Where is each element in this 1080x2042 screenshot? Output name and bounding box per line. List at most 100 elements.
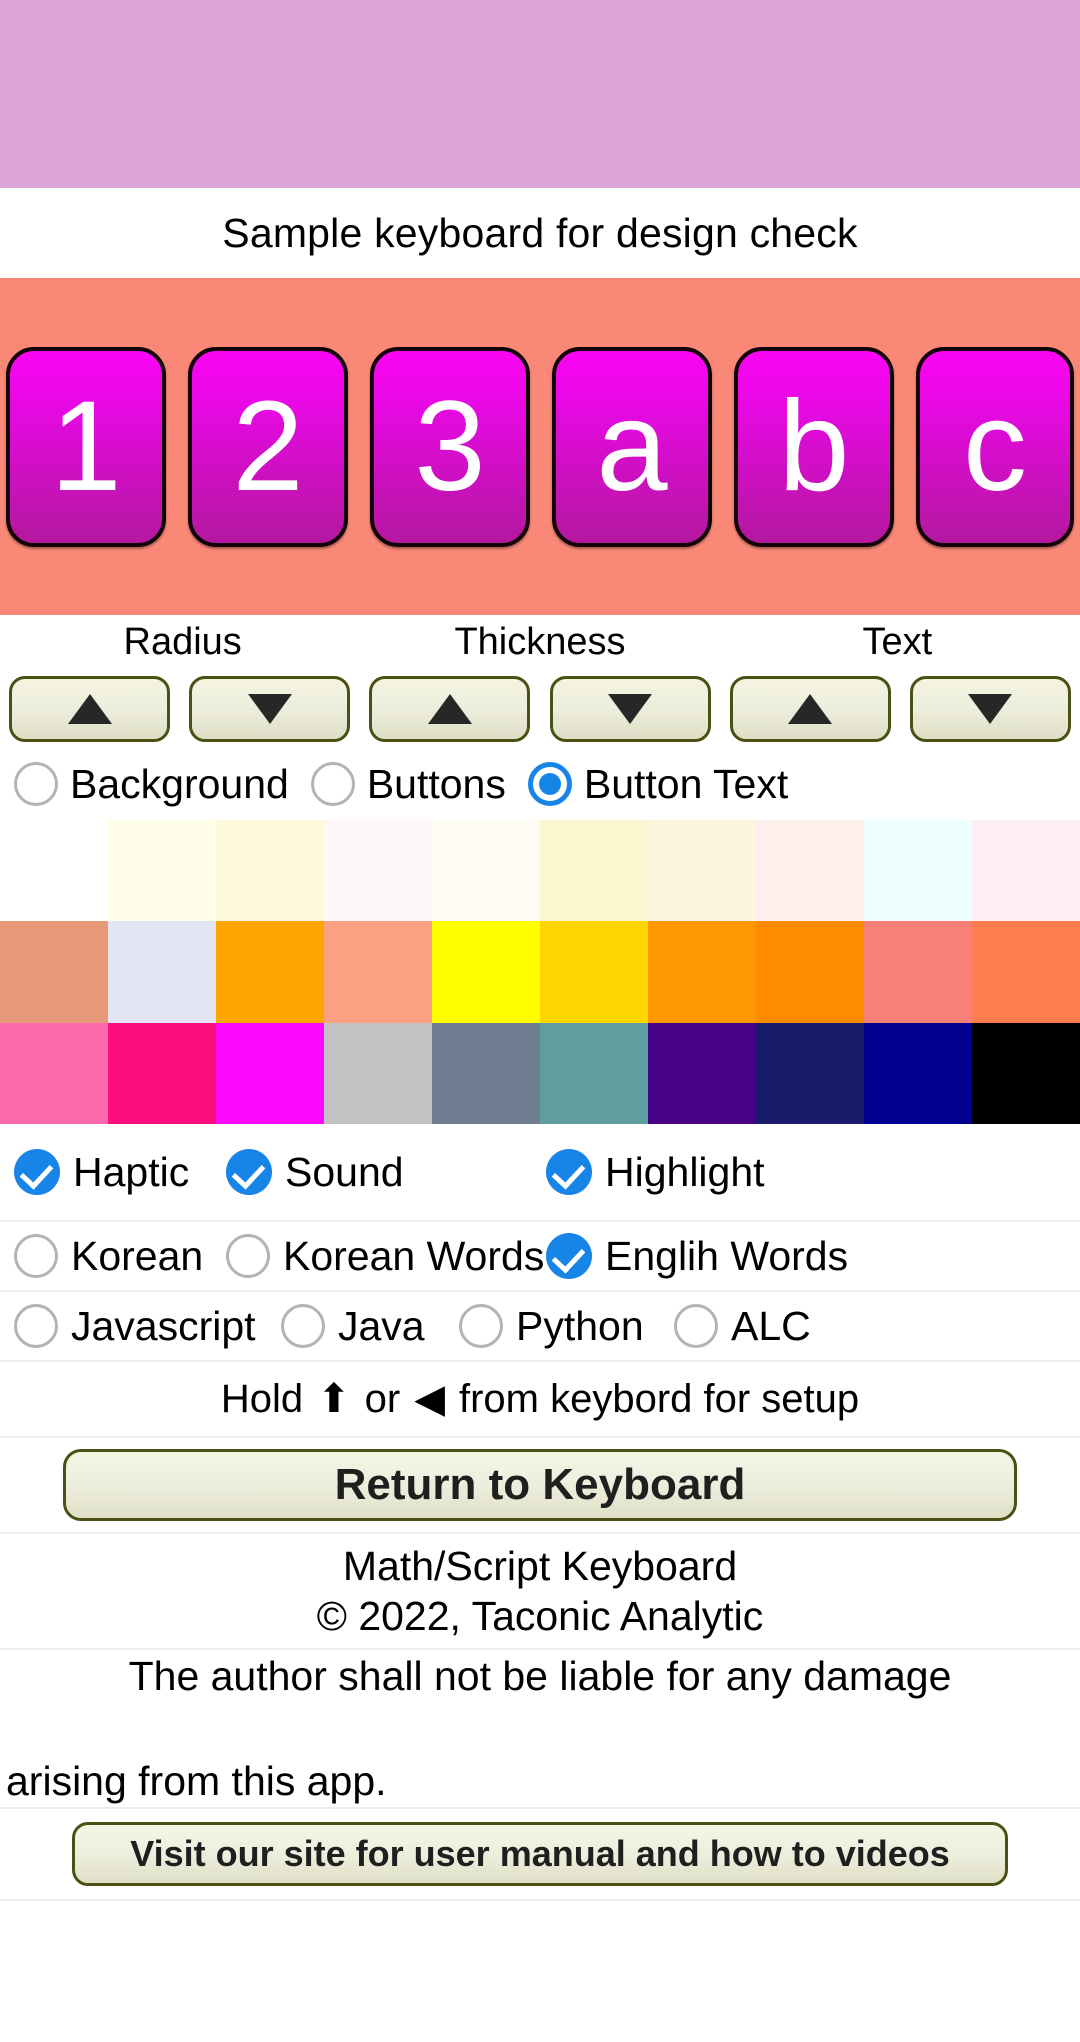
checkbox-checked-icon[interactable] [14, 1149, 60, 1195]
checkbox-icon[interactable] [226, 1234, 270, 1278]
disclaimer-line-1: The author shall not be liable for any d… [128, 1653, 952, 1699]
radio-item-button-text[interactable]: Button Text [527, 760, 789, 808]
checkbox-checked-icon[interactable] [546, 1233, 592, 1279]
radio-label: Button Text [583, 760, 789, 807]
radius-decrease-button[interactable] [189, 676, 351, 742]
app-screen: Sample keyboard for design check 1 2 3 a… [0, 0, 1080, 2042]
preview-key-2[interactable]: 2 [188, 346, 348, 547]
radius-increase-button[interactable] [9, 676, 170, 742]
color-swatch[interactable] [648, 1022, 756, 1124]
bottom-divider [0, 1899, 1080, 2042]
color-swatch[interactable] [432, 820, 540, 922]
color-swatch[interactable] [216, 921, 324, 1023]
option-highlight[interactable]: Highlight [546, 1149, 765, 1196]
label-text: Text [862, 621, 933, 663]
option-python[interactable]: Python [459, 1303, 674, 1350]
option-label: Java [338, 1302, 425, 1349]
return-to-keyboard-button[interactable]: Return to Keyboard [63, 1449, 1017, 1521]
visit-site-button[interactable]: Visit our site for user manual and how t… [72, 1822, 1008, 1887]
color-swatch[interactable] [756, 921, 864, 1023]
triangle-down-icon [247, 694, 292, 724]
color-swatch[interactable] [108, 820, 216, 922]
adjust-buttons [0, 670, 1080, 748]
color-swatch[interactable] [324, 820, 432, 922]
text-increase-button[interactable] [729, 676, 891, 742]
color-swatch[interactable] [0, 820, 108, 922]
color-swatch[interactable] [0, 921, 108, 1023]
color-swatch[interactable] [108, 1022, 216, 1124]
language-options-row: Korean Korean Words Englih Words [0, 1220, 1080, 1290]
radio-selected-icon[interactable] [527, 762, 572, 806]
disclaimer: The author shall not be liable for any d… [0, 1648, 1080, 1808]
preview-title: Sample keyboard for design check [0, 188, 1080, 278]
checkbox-icon[interactable] [14, 1234, 58, 1278]
checkbox-icon[interactable] [459, 1304, 503, 1348]
color-swatch[interactable] [756, 820, 864, 922]
hold-hint-suffix: from keybord for setup [458, 1376, 860, 1421]
option-label: Haptic [73, 1148, 190, 1195]
color-swatch[interactable] [540, 921, 648, 1023]
palette-row-1 [0, 820, 1080, 922]
color-swatch[interactable] [648, 820, 756, 922]
option-label: ALC [731, 1302, 811, 1349]
radio-icon[interactable] [14, 762, 58, 806]
checkbox-checked-icon[interactable] [226, 1149, 272, 1195]
option-label: Korean Words [283, 1232, 545, 1279]
color-swatch[interactable] [864, 1022, 972, 1124]
radio-item-buttons[interactable]: Buttons [310, 761, 506, 808]
arrow-left-icon: ◀ [414, 1377, 445, 1421]
color-swatch[interactable] [972, 921, 1080, 1023]
option-haptic[interactable]: Haptic [14, 1149, 226, 1196]
color-swatch[interactable] [972, 1022, 1080, 1124]
radio-label: Background [70, 760, 289, 807]
color-swatch[interactable] [216, 1022, 324, 1124]
code-language-options-row: Javascript Java Python ALC [0, 1290, 1080, 1360]
option-label: Highlight [605, 1148, 765, 1195]
option-english-words[interactable]: Englih Words [546, 1233, 848, 1280]
triangle-up-icon [788, 694, 833, 724]
preview-key-1[interactable]: 1 [6, 346, 166, 547]
color-swatch[interactable] [648, 921, 756, 1023]
option-javascript[interactable]: Javascript [14, 1303, 281, 1350]
preview-key-b[interactable]: b [734, 346, 894, 547]
copyright: © 2022, Taconic Analytic [316, 1593, 764, 1639]
option-sound[interactable]: Sound [226, 1149, 546, 1196]
triangle-up-icon [67, 694, 112, 724]
option-korean-words[interactable]: Korean Words [226, 1233, 546, 1280]
option-alc[interactable]: ALC [674, 1303, 811, 1350]
color-swatch[interactable] [972, 820, 1080, 922]
color-swatch[interactable] [432, 921, 540, 1023]
preview-key-3[interactable]: 3 [370, 346, 530, 547]
option-korean[interactable]: Korean [14, 1233, 226, 1280]
option-label: Python [516, 1302, 644, 1349]
thickness-decrease-button[interactable] [549, 676, 711, 742]
checkbox-icon[interactable] [281, 1304, 325, 1348]
text-decrease-button[interactable] [909, 676, 1071, 742]
color-swatch[interactable] [324, 1022, 432, 1124]
color-swatch[interactable] [756, 1022, 864, 1124]
color-swatch[interactable] [108, 921, 216, 1023]
color-swatch[interactable] [216, 820, 324, 922]
color-swatch[interactable] [432, 1022, 540, 1124]
adjust-labels: Radius Thickness Text [0, 615, 1080, 670]
preview-key-a[interactable]: a [552, 346, 712, 547]
option-java[interactable]: Java [281, 1303, 459, 1350]
checkbox-icon[interactable] [674, 1304, 718, 1348]
color-swatch[interactable] [864, 921, 972, 1023]
checkbox-checked-icon[interactable] [546, 1149, 592, 1195]
feedback-options-row: Haptic Sound Highlight [0, 1124, 1080, 1220]
checkbox-icon[interactable] [14, 1304, 58, 1348]
color-swatch[interactable] [324, 921, 432, 1023]
color-swatch[interactable] [864, 820, 972, 922]
radio-item-background[interactable]: Background [14, 761, 289, 808]
preview-key-c[interactable]: c [916, 346, 1074, 547]
color-swatch[interactable] [540, 820, 648, 922]
color-swatch[interactable] [0, 1022, 108, 1124]
visit-button-area: Visit our site for user manual and how t… [0, 1807, 1080, 1900]
keyboard-preview: 1 2 3 a b c [0, 278, 1080, 615]
radio-icon[interactable] [310, 762, 355, 806]
thickness-increase-button[interactable] [369, 676, 531, 742]
option-label: Korean [71, 1232, 204, 1279]
disclaimer-line-2: arising from this app. [6, 1757, 387, 1804]
color-swatch[interactable] [540, 1022, 648, 1124]
